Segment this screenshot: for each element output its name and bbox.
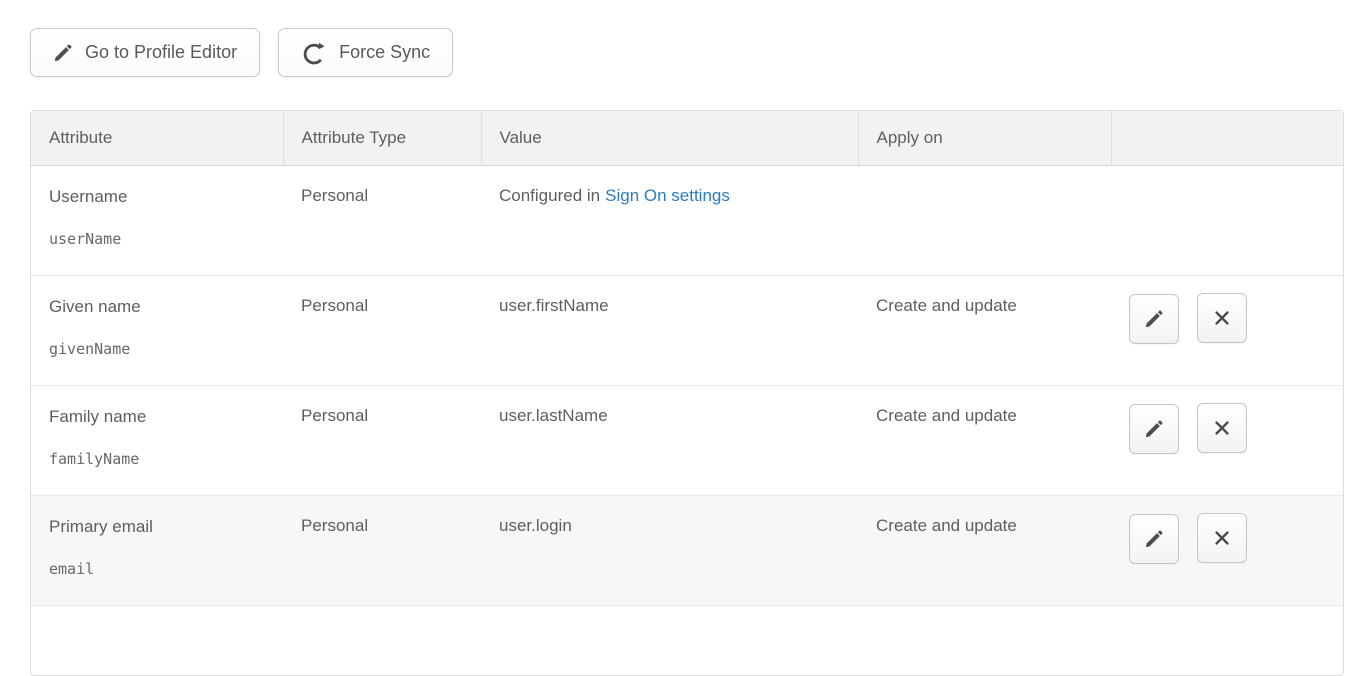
value-text: user.login [481, 495, 858, 605]
attribute-type: Personal [283, 275, 481, 385]
edit-attribute-button[interactable] [1129, 294, 1179, 344]
header-apply-on: Apply on [858, 111, 1111, 165]
edit-attribute-button[interactable] [1129, 514, 1179, 564]
value-text: user.firstName [481, 275, 858, 385]
table-row-username: Username userName Personal Configured in… [31, 165, 1343, 275]
delete-attribute-button[interactable] [1197, 403, 1247, 453]
attribute-type: Personal [283, 165, 481, 275]
apply-on-value: Create and update [858, 275, 1111, 385]
go-to-profile-editor-button[interactable]: Go to Profile Editor [30, 28, 260, 77]
table-row-family-name: Family name familyName Personal user.las… [31, 385, 1343, 495]
delete-attribute-button[interactable] [1197, 513, 1247, 563]
edit-attribute-button[interactable] [1129, 404, 1179, 454]
pencil-icon [53, 43, 73, 63]
toolbar: Go to Profile Editor Force Sync [30, 28, 453, 77]
attribute-key: familyName [49, 450, 283, 468]
attribute-type: Personal [283, 385, 481, 495]
attribute-label: Primary email [49, 516, 283, 538]
attribute-label: Username [49, 186, 283, 208]
delete-attribute-button[interactable] [1197, 293, 1247, 343]
x-icon [1211, 527, 1233, 549]
force-sync-button[interactable]: Force Sync [278, 28, 453, 77]
attribute-key: userName [49, 230, 283, 248]
table-row-primary-email: Primary email email Personal user.login … [31, 495, 1343, 605]
force-sync-label: Force Sync [339, 42, 430, 63]
table-row-partial [31, 605, 1343, 675]
table-row-given-name: Given name givenName Personal user.first… [31, 275, 1343, 385]
pencil-icon [1144, 309, 1164, 329]
apply-on-value: Create and update [858, 495, 1111, 605]
apply-on-value: Create and update [858, 385, 1111, 495]
attribute-label: Family name [49, 406, 283, 428]
attribute-key: givenName [49, 340, 283, 358]
attribute-label: Given name [49, 296, 283, 318]
value-text: user.lastName [481, 385, 858, 495]
pencil-icon [1144, 419, 1164, 439]
header-attribute-type: Attribute Type [283, 111, 481, 165]
attribute-key: email [49, 560, 283, 578]
go-to-profile-editor-label: Go to Profile Editor [85, 42, 237, 63]
header-actions [1111, 111, 1343, 165]
attribute-type: Personal [283, 495, 481, 605]
apply-on-value [858, 165, 1111, 275]
header-attribute: Attribute [31, 111, 283, 165]
header-value: Value [481, 111, 858, 165]
value-text: Configured in [499, 186, 600, 205]
x-icon [1211, 417, 1233, 439]
refresh-icon [301, 40, 327, 66]
x-icon [1211, 307, 1233, 329]
attribute-mapping-table: Attribute Attribute Type Value Apply on … [30, 110, 1344, 676]
pencil-icon [1144, 529, 1164, 549]
table-header-row: Attribute Attribute Type Value Apply on [31, 111, 1343, 165]
sign-on-settings-link[interactable]: Sign On settings [605, 186, 730, 205]
